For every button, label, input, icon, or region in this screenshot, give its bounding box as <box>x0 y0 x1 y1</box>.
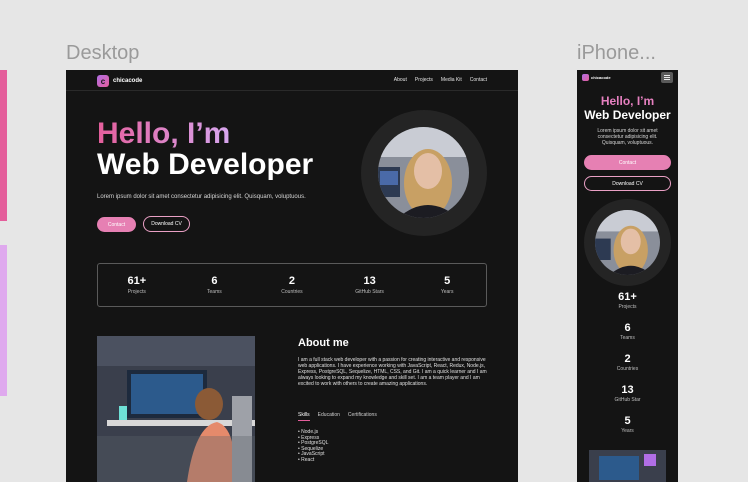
stat-item: 61+ Projects <box>107 275 167 295</box>
skills-list: Node.js Express PostgreSQL Sequelize Jav… <box>298 429 328 464</box>
hero-role: Web Developer <box>97 148 314 181</box>
brand-name: chicacode <box>591 75 611 80</box>
stat-label: Countries <box>281 289 303 295</box>
stat-label: GitHub Star <box>614 397 641 403</box>
stat-value: 61+ <box>618 291 637 303</box>
nav-link-media-kit[interactable]: Media Kit <box>441 77 462 83</box>
about-text: I am a full stack web developer with a p… <box>298 357 487 387</box>
download-cv-button[interactable]: Download CV <box>143 216 190 232</box>
selection-bar-lilac <box>0 245 7 396</box>
hero-greeting: Hello, I’m <box>97 117 231 150</box>
profile-avatar <box>378 127 469 218</box>
stat-item: 2 Countries <box>262 275 322 295</box>
phone-hero-lead: Lorem ipsum dolor sit amet consectetur a… <box>597 128 658 146</box>
phone-stats: 61+ Projects 6 Teams 2 Countries 13 GitH… <box>577 291 678 446</box>
stat-item: 5 Years <box>417 275 477 295</box>
logo-icon: c <box>97 75 109 87</box>
stat-label: Projects <box>618 304 637 310</box>
nav-links: About Projects Media Kit Contact <box>394 77 487 83</box>
frame-title-desktop[interactable]: Desktop <box>66 42 139 65</box>
stats-panel: 61+ Projects 6 Teams 2 Countries 13 GitH… <box>97 263 487 307</box>
stat-item: 13 GitHub Star <box>577 384 678 415</box>
about-title: About me <box>298 337 349 349</box>
stat-label: Teams <box>620 335 635 341</box>
nav-link-contact[interactable]: Contact <box>470 77 487 83</box>
about-photo <box>97 336 255 482</box>
phone-hero-greeting: Hello, I’m <box>600 94 655 108</box>
stat-value: 6 <box>624 322 631 334</box>
about-tabs: Skills Education Certifications <box>298 412 377 421</box>
phone-about-photo <box>589 450 666 482</box>
hamburger-menu-icon[interactable] <box>661 72 673 83</box>
desktop-frame[interactable]: c chicacode About Projects Media Kit Con… <box>66 70 518 482</box>
stat-value: 5 <box>624 415 631 427</box>
stat-value: 13 <box>363 275 376 287</box>
contact-button[interactable]: Contact <box>97 217 136 232</box>
stat-value: 61+ <box>127 275 147 287</box>
stat-label: Projects <box>127 289 146 295</box>
stat-value: 6 <box>211 275 218 287</box>
stat-value: 2 <box>288 275 296 287</box>
stat-item: 61+ Projects <box>577 291 678 322</box>
selection-bar-pink <box>0 70 7 221</box>
phone-frame[interactable]: chicacode Hello, I’m Web Developer Lorem… <box>577 70 678 482</box>
navbar: c chicacode About Projects Media Kit Con… <box>66 70 518 91</box>
stat-label: GitHub Stars <box>355 289 384 295</box>
frame-title-phone[interactable]: iPhone... <box>577 42 656 65</box>
stat-item: 6 Teams <box>184 275 244 295</box>
nav-link-projects[interactable]: Projects <box>415 77 433 83</box>
phone-brand-logo[interactable]: chicacode <box>582 74 611 81</box>
stat-label: Years <box>621 428 634 434</box>
list-item: React <box>298 457 328 464</box>
stat-item: 6 Teams <box>577 322 678 353</box>
stat-item: 2 Countries <box>577 353 678 384</box>
stat-item: 5 Years <box>577 415 678 446</box>
stat-label: Years <box>440 289 454 295</box>
brand-logo[interactable]: c chicacode <box>97 75 142 87</box>
stat-label: Countries <box>616 366 639 372</box>
hero-lead: Lorem ipsum dolor sit amet consectetur a… <box>97 194 306 200</box>
phone-hero-role: Web Developer <box>584 108 671 122</box>
stat-label: Teams <box>207 289 222 295</box>
logo-icon <box>582 74 589 81</box>
stat-value: 5 <box>444 275 451 287</box>
stat-item: 13 GitHub Stars <box>340 275 400 295</box>
brand-name: chicacode <box>113 78 143 84</box>
phone-download-cv-button[interactable]: Download CV <box>584 176 671 191</box>
stat-value: 2 <box>624 353 631 365</box>
nav-link-about[interactable]: About <box>394 77 407 83</box>
tab-skills[interactable]: Skills <box>298 412 310 421</box>
tab-education[interactable]: Education <box>318 412 340 421</box>
tab-certifications[interactable]: Certifications <box>348 412 377 421</box>
stat-value: 13 <box>621 384 634 396</box>
phone-profile-avatar <box>595 210 660 275</box>
phone-contact-button[interactable]: Contact <box>584 155 671 170</box>
